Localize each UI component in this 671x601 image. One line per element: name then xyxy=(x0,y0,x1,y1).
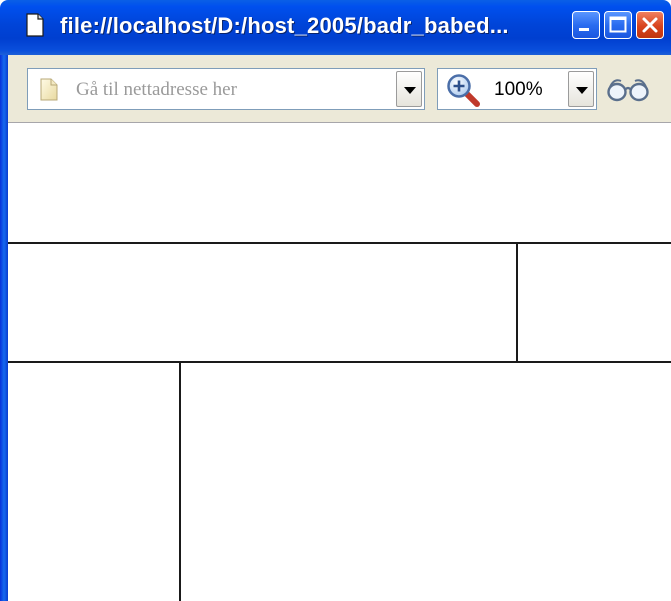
zoom-level: 100% xyxy=(494,79,543,100)
minimize-button[interactable] xyxy=(572,11,600,39)
page-icon xyxy=(40,78,58,101)
address-placeholder: Gå til nettadresse her xyxy=(76,79,237,100)
address-bar[interactable]: Gå til nettadresse her xyxy=(27,68,425,110)
maximize-button[interactable] xyxy=(604,11,632,39)
close-button[interactable] xyxy=(636,11,664,39)
window-title: file://localhost/D:/host_2005/badr_babed… xyxy=(60,13,509,38)
zoom-dropdown-button[interactable] xyxy=(568,71,594,107)
frame-middle-left xyxy=(8,244,516,360)
browser-window: file://localhost/D:/host_2005/badr_babed… xyxy=(0,0,671,601)
frame-dividers xyxy=(8,123,671,601)
frame-top xyxy=(8,123,671,242)
address-dropdown-button[interactable] xyxy=(396,71,422,107)
frame-bottom-left xyxy=(8,363,178,601)
magnifier-zoom-icon xyxy=(447,74,480,107)
window-border-left xyxy=(0,55,8,601)
chevron-down-icon xyxy=(404,87,416,94)
frame-middle-right xyxy=(518,244,671,360)
frameset-content xyxy=(8,123,671,601)
glasses-icon[interactable] xyxy=(606,75,650,103)
title-bar[interactable]: file://localhost/D:/host_2005/badr_babed… xyxy=(0,0,671,55)
document-icon xyxy=(26,13,44,37)
frame-bottom-right xyxy=(181,363,671,601)
chevron-down-icon xyxy=(576,87,588,94)
close-icon xyxy=(642,17,658,33)
maximize-icon xyxy=(609,16,627,33)
navigation-toolbar: Gå til nettadresse her 100% xyxy=(8,55,671,123)
zoom-control[interactable]: 100% xyxy=(437,68,597,110)
minimize-icon xyxy=(579,28,589,31)
